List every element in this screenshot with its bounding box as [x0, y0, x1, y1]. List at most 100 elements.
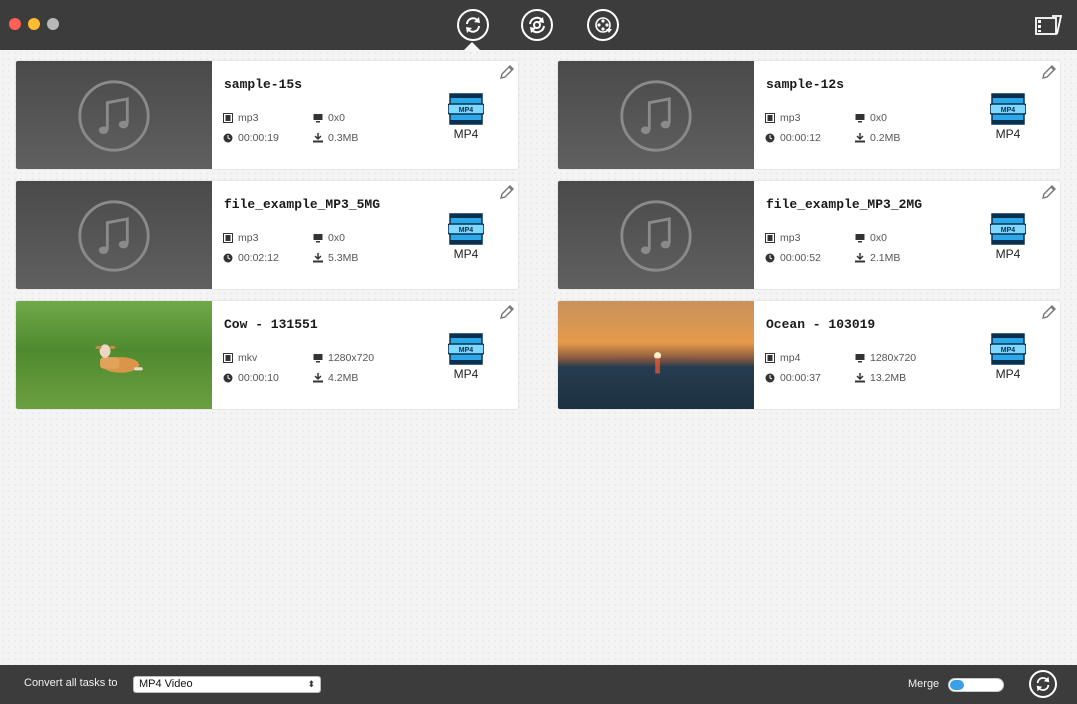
target-format-button[interactable]: MP4 MP4 [448, 93, 484, 145]
duration-text: 00:00:52 [780, 252, 821, 264]
target-format-button[interactable]: MP4 MP4 [990, 93, 1026, 145]
duration-text: 00:00:37 [780, 372, 821, 384]
source-format: mp3 [765, 232, 800, 244]
mp4-format-icon: MP4 [990, 93, 1026, 125]
file-size-text: 5.3MB [328, 252, 359, 264]
monitor-icon [313, 114, 323, 123]
rotate-settings-tool-button[interactable] [521, 9, 553, 41]
duration: 00:00:12 [765, 132, 821, 144]
duration-text: 00:00:12 [780, 132, 821, 144]
resolution-text: 0x0 [328, 232, 345, 244]
resolution: 0x0 [855, 232, 887, 244]
source-format: mkv [223, 352, 257, 364]
thumbnail[interactable] [558, 61, 754, 169]
source-format-text: mp3 [780, 112, 801, 124]
target-format-label: MP4 [995, 367, 1021, 381]
target-format-button[interactable]: MP4 MP4 [990, 333, 1026, 385]
mp4-format-icon: MP4 [990, 333, 1026, 365]
film-icon [765, 233, 775, 243]
source-format: mp3 [765, 112, 800, 124]
output-format-select[interactable]: MP4 Video ⬍ [133, 676, 321, 693]
close-window-button[interactable] [9, 18, 21, 30]
thumbnail[interactable] [16, 181, 212, 289]
music-note-icon [78, 200, 150, 272]
file-size: 5.3MB [313, 252, 358, 264]
target-format-button[interactable]: MP4 MP4 [448, 213, 484, 265]
film-icon [223, 113, 233, 123]
merge-label: Merge [908, 678, 940, 690]
edit-pencil-icon[interactable] [1040, 183, 1058, 201]
resolution: 0x0 [313, 232, 345, 244]
thumbnail[interactable] [16, 61, 212, 169]
merge-toggle[interactable] [948, 678, 1004, 692]
convert-all-button[interactable] [1029, 670, 1057, 698]
film-icon [223, 353, 233, 363]
edit-pencil-icon[interactable] [498, 303, 516, 321]
task-card[interactable]: file_example_MP3_2MG mp3 0x0 00:00:52 2.1MB M… [557, 180, 1061, 290]
film-download-tool-button[interactable] [587, 9, 619, 41]
download-size-icon [313, 373, 323, 383]
selected-format: MP4 Video [139, 678, 193, 690]
zoom-window-button[interactable] [47, 18, 59, 30]
source-format-text: mp3 [780, 232, 801, 244]
monitor-icon [855, 234, 865, 243]
video-editor-icon[interactable] [1035, 14, 1063, 36]
convert-icon [1036, 676, 1050, 692]
resolution: 1280x720 [855, 352, 916, 364]
edit-pencil-icon[interactable] [498, 63, 516, 81]
duration: 00:00:19 [223, 132, 279, 144]
duration-text: 00:02:12 [238, 252, 279, 264]
convert-icon [466, 17, 480, 33]
convert-tool-button[interactable] [457, 9, 489, 41]
download-size-icon [855, 253, 865, 263]
edit-pencil-icon[interactable] [1040, 63, 1058, 81]
task-card[interactable]: sample-15s mp3 0x0 00:00:19 0.3MB MP4 MP4 [15, 60, 519, 170]
task-card[interactable]: file_example_MP3_5MG mp3 0x0 00:02:12 5.3MB M… [15, 180, 519, 290]
resolution-text: 0x0 [870, 112, 887, 124]
svg-text:MP4: MP4 [1001, 227, 1016, 234]
duration-text: 00:00:10 [238, 372, 279, 384]
svg-text:MP4: MP4 [1001, 107, 1016, 114]
file-size-text: 0.2MB [870, 132, 901, 144]
file-name: sample-15s [224, 77, 303, 92]
mp4-format-icon: MP4 [448, 93, 484, 125]
mp4-format-icon: MP4 [448, 213, 484, 245]
target-format-label: MP4 [453, 127, 479, 141]
film-icon [765, 113, 775, 123]
monitor-icon [313, 234, 323, 243]
mp4-format-icon: MP4 [448, 333, 484, 365]
thumbnail[interactable] [558, 181, 754, 289]
resolution-text: 1280x720 [870, 352, 917, 364]
thumbnail[interactable] [558, 301, 754, 409]
file-size: 4.2MB [313, 372, 358, 384]
target-format-button[interactable]: MP4 MP4 [448, 333, 484, 385]
music-note-icon [78, 80, 150, 152]
source-format-text: mp3 [238, 112, 259, 124]
rotate-settings-icon [529, 16, 545, 34]
file-name: Cow - 131551 [224, 317, 318, 332]
download-size-icon [855, 133, 865, 143]
resolution: 0x0 [855, 112, 887, 124]
minimize-window-button[interactable] [28, 18, 40, 30]
edit-pencil-icon[interactable] [498, 183, 516, 201]
select-arrows-icon: ⬍ [307, 679, 315, 689]
svg-text:MP4: MP4 [459, 107, 474, 114]
svg-text:MP4: MP4 [1001, 347, 1016, 354]
duration-text: 00:00:19 [238, 132, 279, 144]
target-format-label: MP4 [453, 247, 479, 261]
file-name: sample-12s [766, 77, 845, 92]
task-card[interactable]: Ocean - 103019 mp4 1280x720 00:00:37 13.2MB M… [557, 300, 1061, 410]
edit-pencil-icon[interactable] [1040, 303, 1058, 321]
thumbnail[interactable] [16, 301, 212, 409]
mp4-format-icon: MP4 [990, 213, 1026, 245]
duration: 00:00:52 [765, 252, 821, 264]
target-format-button[interactable]: MP4 MP4 [990, 213, 1026, 265]
task-card[interactable]: sample-12s mp3 0x0 00:00:12 0.2MB MP4 MP4 [557, 60, 1061, 170]
resolution: 0x0 [313, 112, 345, 124]
clock-icon [765, 133, 775, 143]
clock-icon [223, 373, 233, 383]
task-card[interactable]: Cow - 131551 mkv 1280x720 00:00:10 4.2MB MP4 M… [15, 300, 519, 410]
bottom-bar: Convert all tasks to MP4 Video ⬍ Merge [0, 665, 1077, 704]
file-size-text: 0.3MB [328, 132, 359, 144]
cow-thumbnail-image [95, 344, 143, 373]
